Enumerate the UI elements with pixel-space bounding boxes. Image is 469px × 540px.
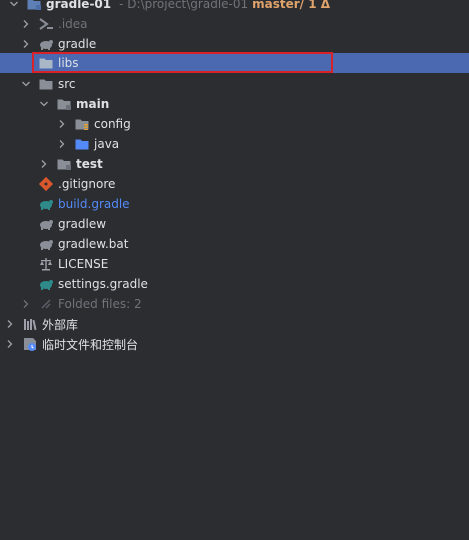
tree-row-build-gradle[interactable]: build.gradle: [0, 194, 469, 214]
tree-item-label: gradlew: [58, 217, 107, 231]
root-project-name: gradle-01: [46, 0, 112, 11]
scales-icon: [38, 256, 54, 272]
chevron-down-icon[interactable]: [20, 78, 32, 90]
library-icon: [22, 316, 38, 332]
tree-row-src[interactable]: src: [0, 74, 469, 94]
module-folder-icon: [26, 0, 42, 12]
tree-item-label: gradle: [58, 37, 97, 51]
tree-row-config[interactable]: config: [0, 114, 469, 134]
scratch-clock-icon: [22, 336, 38, 352]
idea-folder-icon: [38, 16, 54, 32]
chevron-right-icon[interactable]: [20, 38, 32, 50]
tree-row-scratches[interactable]: 临时文件和控制台: [0, 334, 469, 354]
tree-item-label: 临时文件和控制台: [42, 337, 139, 352]
gradle-elephant-icon: [38, 196, 54, 212]
folder-icon: [38, 76, 54, 92]
chevron-right-icon[interactable]: [4, 318, 16, 330]
chevron-right-icon[interactable]: [20, 18, 32, 30]
tree-row-external-libraries[interactable]: 外部库: [0, 314, 469, 334]
gradle-elephant-icon: [38, 276, 54, 292]
vcs-branch-status: master/ 1 Δ: [252, 0, 331, 11]
tree-row-idea[interactable]: .idea: [0, 14, 469, 34]
tree-item-label: build.gradle: [58, 197, 130, 211]
tree-row-license[interactable]: LICENSE: [0, 254, 469, 274]
gradle-elephant-icon: [38, 216, 54, 232]
git-icon: [38, 176, 54, 192]
tree-item-label: src: [58, 77, 76, 91]
tree-item-label: java: [94, 137, 120, 151]
tree-row-folded-files[interactable]: Folded files: 2: [0, 294, 469, 314]
chevron-down-icon[interactable]: [8, 0, 20, 10]
tree-item-label: LICENSE: [58, 257, 109, 271]
chevron-right-icon[interactable]: [20, 298, 32, 310]
tree-row-gradlew-bat[interactable]: gradlew.bat: [0, 234, 469, 254]
root-project-path: - D:\project\gradle-01: [119, 0, 249, 11]
tree-item-label: 外部库: [42, 317, 79, 332]
tree-row-gradlew[interactable]: gradlew: [0, 214, 469, 234]
tree-item-label: test: [76, 157, 103, 171]
tree-item-label: config: [94, 117, 131, 131]
tree-item-label: .gitignore: [58, 177, 116, 191]
tree-item-label: main: [76, 97, 110, 111]
tree-row-main[interactable]: main: [0, 94, 469, 114]
folded-files-icon: [38, 296, 54, 312]
tree-row-root[interactable]: gradle-01 - D:\project\gradle-01 master/…: [0, 0, 469, 14]
source-folder-icon: [74, 136, 90, 152]
tree-row-java[interactable]: java: [0, 134, 469, 154]
chevron-down-icon[interactable]: [38, 98, 50, 110]
module-folder-icon: [56, 156, 72, 172]
tree-item-label: .idea: [58, 17, 88, 31]
tree-item-label: settings.gradle: [58, 277, 148, 291]
chevron-right-icon[interactable]: [56, 138, 68, 150]
gradle-elephant-icon: [38, 236, 54, 252]
chevron-right-icon[interactable]: [38, 158, 50, 170]
tree-row-test[interactable]: test: [0, 154, 469, 174]
folder-icon: [38, 55, 54, 71]
resources-folder-icon: [74, 116, 90, 132]
tree-row-settings-gradle[interactable]: settings.gradle: [0, 274, 469, 294]
chevron-right-icon[interactable]: [4, 338, 16, 350]
tree-item-label: libs: [58, 56, 79, 70]
chevron-right-icon[interactable]: [56, 118, 68, 130]
tree-row-libs[interactable]: libs: [0, 53, 469, 73]
tree-item-label: gradlew.bat: [58, 237, 129, 251]
gradle-folder-icon: [38, 36, 54, 52]
tree-row-gitignore[interactable]: .gitignore: [0, 174, 469, 194]
tree-item-label: Folded files: 2: [58, 297, 142, 311]
module-folder-icon: [56, 96, 72, 112]
tree-row-gradle[interactable]: gradle: [0, 34, 469, 54]
